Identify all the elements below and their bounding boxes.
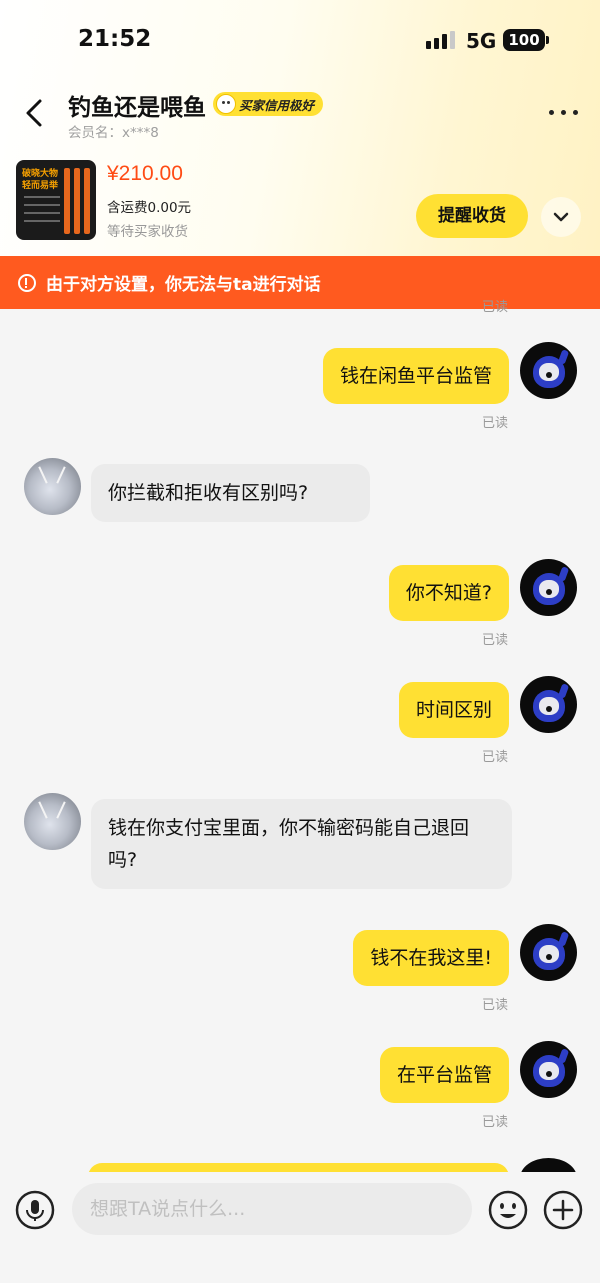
plus-icon xyxy=(543,1190,583,1230)
voice-button[interactable] xyxy=(15,1190,55,1230)
product-price: ¥210.00 xyxy=(107,162,183,185)
other-avatar[interactable] xyxy=(24,793,81,850)
warning-banner-text: 由于对方设置，你无法与ta进行对话 xyxy=(46,275,321,295)
my-avatar[interactable] xyxy=(520,676,577,733)
status-time: 21:52 xyxy=(78,26,152,52)
message-bubble-out[interactable]: 在平台监管 xyxy=(379,1047,509,1103)
read-receipt: 已读 xyxy=(482,300,509,315)
message-input[interactable] xyxy=(72,1183,472,1235)
product-thumbnail[interactable]: 破晓大物 轻而易举 xyxy=(16,160,96,240)
message-bubble-out[interactable]: 钱不在我这里! xyxy=(353,930,509,986)
my-avatar[interactable] xyxy=(520,1041,577,1098)
back-button[interactable] xyxy=(22,98,50,128)
read-receipt: 已读 xyxy=(482,750,509,765)
member-name: 会员名：x***8 xyxy=(68,125,159,141)
more-button[interactable] xyxy=(549,110,579,116)
credit-face-icon xyxy=(216,94,236,114)
smile-icon xyxy=(488,1190,528,1230)
credit-badge: 买家信用极好 xyxy=(213,92,323,116)
read-receipt: 已读 xyxy=(482,416,509,431)
chevron-left-icon xyxy=(26,99,42,127)
chat-title: 钓鱼还是喂鱼 xyxy=(68,95,206,121)
message-bubble-in[interactable]: 你拦截和拒收有区别吗? xyxy=(91,464,370,522)
shipping-info: 含运费0.00元 xyxy=(107,200,192,216)
more-dots-icon xyxy=(549,110,554,115)
my-avatar[interactable] xyxy=(520,559,577,616)
mic-icon xyxy=(15,1190,55,1230)
message-bubble-in[interactable]: 钱在你支付宝里面，你不输密码能自己退回吗? xyxy=(91,799,512,889)
my-avatar[interactable] xyxy=(520,924,577,981)
read-receipt: 已读 xyxy=(482,1115,509,1130)
other-avatar[interactable] xyxy=(24,458,81,515)
order-status: 等待买家收货 xyxy=(107,224,188,240)
credit-badge-label: 买家信用极好 xyxy=(239,97,315,113)
read-receipt: 已读 xyxy=(482,633,509,648)
network-type: 5G xyxy=(466,29,497,53)
signal-icon xyxy=(426,31,458,49)
message-bubble-out[interactable]: 时间区别 xyxy=(398,682,509,738)
expand-button[interactable] xyxy=(541,197,581,237)
battery-icon: 100 xyxy=(503,29,549,51)
message-bubble-out[interactable]: 你不知道? xyxy=(388,565,509,621)
info-circle-icon xyxy=(18,273,36,292)
chevron-down-icon xyxy=(553,212,569,222)
read-receipt: 已读 xyxy=(482,998,509,1013)
product-image-text-2: 轻而易举 xyxy=(22,181,59,191)
more-actions-button[interactable] xyxy=(543,1190,583,1230)
emoji-button[interactable] xyxy=(488,1190,528,1230)
my-avatar[interactable] xyxy=(520,342,577,399)
remind-receipt-button[interactable]: 提醒收货 xyxy=(416,194,528,238)
warning-banner: 由于对方设置，你无法与ta进行对话 xyxy=(0,256,600,309)
message-bubble-out[interactable]: 钱在闲鱼平台监管 xyxy=(322,348,509,404)
